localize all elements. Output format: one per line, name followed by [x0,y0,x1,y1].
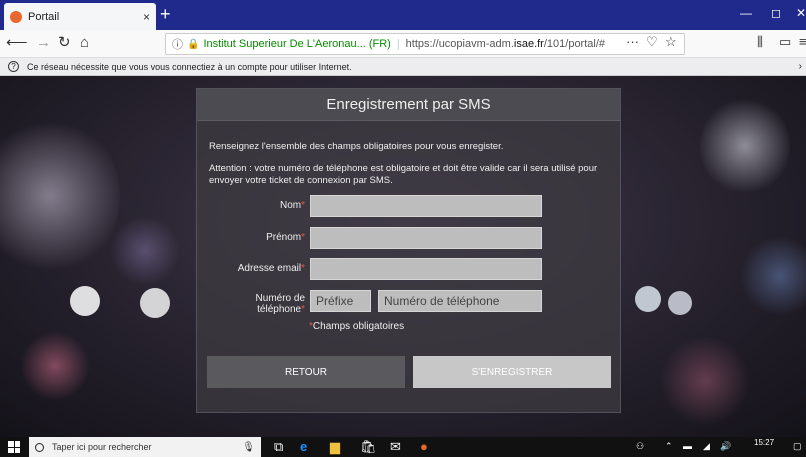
volume-icon[interactable]: 🔊 [720,441,731,452]
nav-bar: ⟵ → ↻ ⌂ ⓘ 🔒 Institut Superieur De L'Aero… [0,30,806,58]
nom-label-text: Nom [279,200,302,211]
tab-bar: Portail × + — ◻ ✕ [0,0,806,30]
bokeh-light [110,216,180,286]
bokeh-light [20,331,90,401]
bokeh-light [140,288,170,318]
notifications-icon[interactable]: ▢ [793,441,802,452]
minimize-icon[interactable]: — [740,6,752,20]
site-identity[interactable]: Institut Superieur De L'Aeronau... (FR) [203,38,390,50]
required-mark: * [301,304,305,315]
phone-input[interactable]: Numéro de téléphone [378,290,542,312]
prenom-label-text: Prénom [266,232,302,243]
sms-registration-dialog: Enregistrement par SMS Renseignez l'ense… [196,88,621,413]
bokeh-light [740,236,806,316]
tab-portail[interactable]: Portail × [4,3,156,30]
url-prefix: https://ucopiavm-adm. [405,38,514,50]
windows-taskbar: Taper ici pour rechercher 🎙 ⧉ e ▆ 🛍 ✉ ● … [0,437,806,457]
required-mark: * [301,232,305,243]
portal-page: Enregistrement par SMS Renseignez l'ense… [0,76,806,437]
back-icon[interactable]: ⟵ [6,35,28,51]
notification-arrow-icon[interactable]: › [799,61,802,72]
close-window-icon[interactable]: ✕ [796,6,806,20]
bokeh-light [700,96,790,196]
forward-icon[interactable]: → [36,35,51,51]
menu-icon[interactable]: ≡ [799,34,806,49]
search-placeholder: Taper ici pour rechercher [52,442,152,452]
email-input[interactable] [310,258,542,280]
pocket-icon[interactable]: ♡ [646,34,658,50]
task-view-icon[interactable]: ⧉ [274,439,283,455]
intro-text: Renseignez l'ensemble des champs obligat… [209,141,504,152]
bokeh-light [668,291,692,315]
home-icon[interactable]: ⌂ [80,35,89,51]
sidebar-icon[interactable]: ▭ [779,34,791,50]
taskbar-clock[interactable]: 15:27 [754,438,774,447]
taskbar-search[interactable]: Taper ici pour rechercher 🎙 [29,437,261,457]
prenom-label: Prénom* [209,232,305,243]
firefox-favicon-icon [10,10,22,23]
help-icon: ? [8,61,19,72]
url-separator: | [396,38,400,50]
phone-label-line1: Numéro de [255,293,305,304]
captive-portal-notification: ? Ce réseau nécessite que vous vous conn… [0,58,806,76]
bookmark-star-icon[interactable]: ☆ [665,34,677,50]
nom-input[interactable] [310,195,542,217]
url-domain: isae.fr [513,38,544,50]
microphone-icon[interactable]: 🎙 [242,442,255,453]
back-button[interactable]: RETOUR [207,356,405,388]
required-mark: * [301,263,305,274]
phone-label-line2: téléphone [257,304,302,315]
prenom-input[interactable] [310,227,542,249]
network-icon[interactable]: ◢ [703,441,710,452]
tab-title: Portail [28,10,60,23]
edge-icon[interactable]: e [300,439,307,455]
bokeh-light [660,336,750,426]
url-path: /101/portal/# [543,38,606,50]
phone-label: Numéro de téléphone* [209,293,305,315]
url-bar[interactable]: ⓘ 🔒 Institut Superieur De L'Aeronau... (… [165,33,685,55]
file-explorer-icon[interactable]: ▆ [330,439,340,455]
notification-text: Ce réseau nécessite que vous vous connec… [27,61,352,72]
tray-chevron-icon[interactable]: ⌃ [665,441,673,452]
warning-text: Attention : votre numéro de téléphone es… [209,163,598,186]
new-tab-button[interactable]: + [160,4,171,24]
battery-icon[interactable]: ▬ [683,441,692,451]
page-actions-icon[interactable]: ··· [626,34,639,49]
lock-icon: 🔒 [187,38,200,50]
info-icon[interactable]: ⓘ [172,36,183,52]
maximize-icon[interactable]: ◻ [771,6,781,20]
email-label: Adresse email* [209,263,305,274]
firefox-taskbar-icon[interactable]: ● [420,439,428,455]
bokeh-light [70,286,100,316]
tab-close-icon[interactable]: × [143,10,150,24]
nom-label: Nom* [209,200,305,211]
search-icon [35,442,44,452]
email-label-text: Adresse email [237,263,302,274]
bokeh-light [635,286,661,312]
people-icon[interactable]: ⚇ [636,441,644,452]
required-note-text: Champs obligatoires [312,321,405,332]
required-mark: * [301,200,305,211]
mail-icon[interactable]: ✉ [390,439,401,455]
prefix-input[interactable]: Préfixe [310,290,371,312]
required-note: *Champs obligatoires [309,321,404,332]
windows-start-icon[interactable] [8,441,20,453]
reload-icon[interactable]: ↻ [58,35,71,51]
dialog-title: Enregistrement par SMS [197,89,620,121]
url-text[interactable]: https://ucopiavm-adm.isae.fr/101/portal/… [406,38,605,50]
bokeh-light [0,116,120,276]
register-button[interactable]: S'ENREGISTRER [413,356,611,388]
library-icon[interactable]: ⫼ [757,34,763,50]
store-icon[interactable]: 🛍 [360,439,377,455]
